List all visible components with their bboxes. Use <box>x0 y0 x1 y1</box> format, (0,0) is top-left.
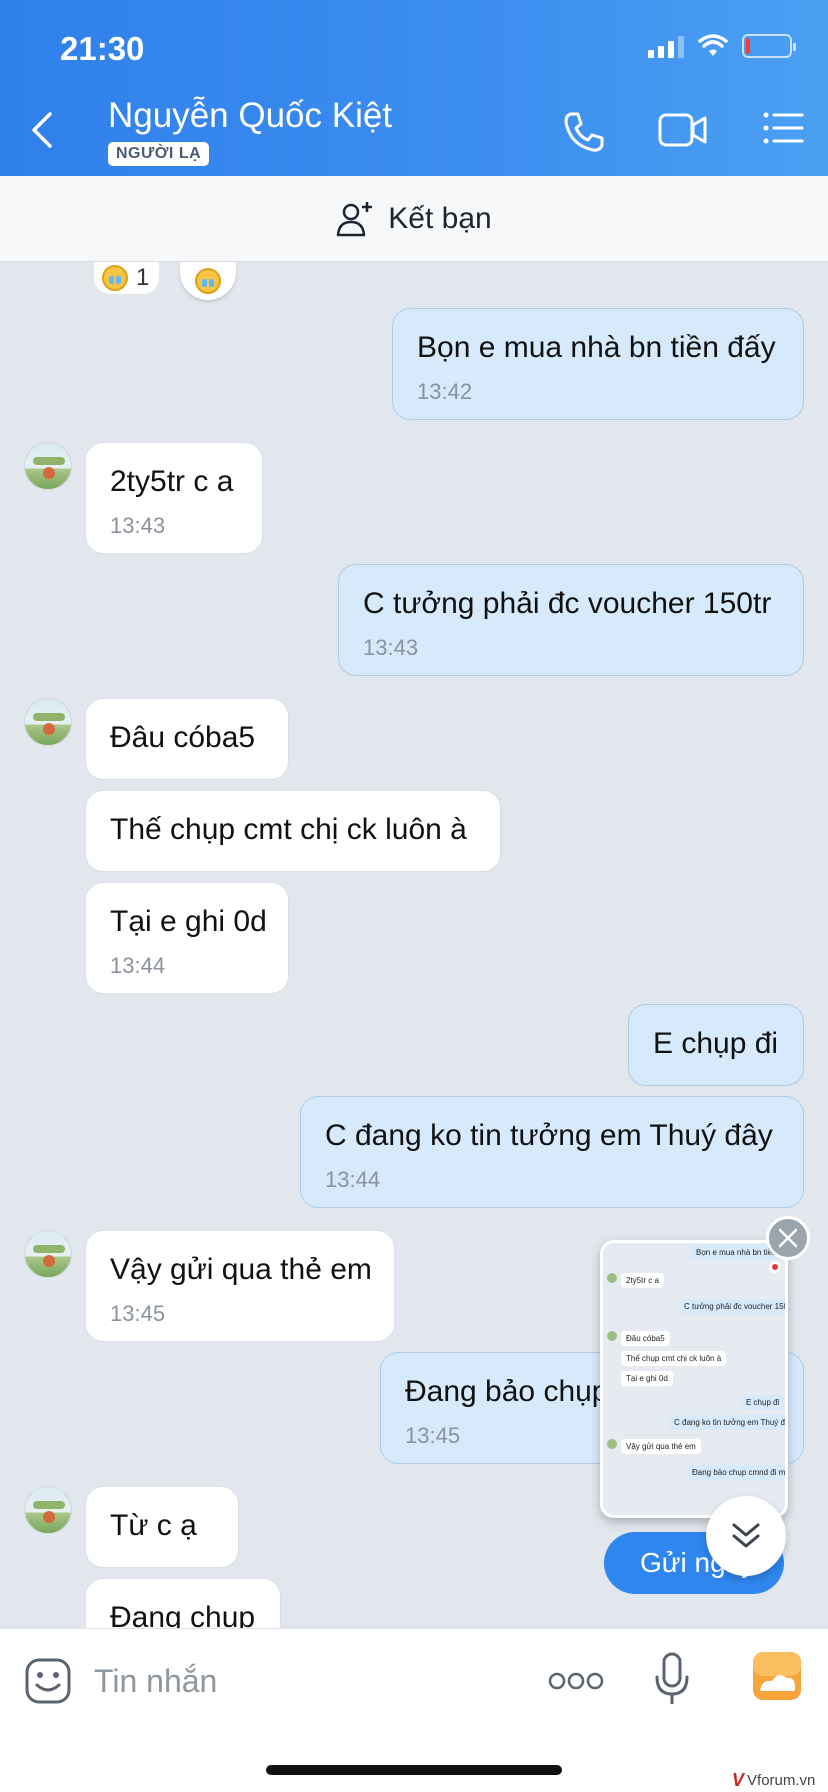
message-text: E chụp đi <box>653 1027 779 1060</box>
message-bubble-incoming[interactable]: Thế chụp cmt chị ck luôn à <box>85 790 501 872</box>
reaction-count: 1 <box>136 264 150 291</box>
message-bubble-incoming[interactable]: Vậy gửi qua thẻ em 13:45 <box>85 1230 395 1342</box>
video-call-icon[interactable] <box>658 110 708 150</box>
preview-line: Tại e ghi 0d <box>621 1371 673 1386</box>
reaction-pill[interactable]: 1 <box>94 262 160 294</box>
message-bubble-outgoing[interactable]: E chụp đi <box>628 1004 804 1086</box>
message-text: C đang ko tin tưởng em Thuý đây <box>325 1119 773 1152</box>
preview-line: Đang bảo chụp cmnd đi mà <box>687 1465 785 1480</box>
message-text: Tại e ghi 0d <box>110 905 267 938</box>
preview-line: Đâu cóba5 <box>621 1331 670 1346</box>
message-bubble-incoming[interactable]: Tại e ghi 0d 13:44 <box>85 882 289 994</box>
crying-emoji-icon <box>195 268 221 294</box>
preview-avatar <box>607 1331 617 1341</box>
image-gallery-icon[interactable] <box>752 1651 802 1701</box>
message-bubble-incoming[interactable]: Đang chụp <box>85 1578 281 1628</box>
phone-icon[interactable] <box>562 110 606 154</box>
message-text: Vậy gửi qua thẻ em <box>110 1253 372 1286</box>
battery-icon <box>742 34 796 58</box>
contact-name[interactable]: Nguyễn Quốc Kiệt <box>108 96 392 136</box>
status-icons <box>648 34 796 58</box>
message-time: 13:44 <box>325 1167 381 1192</box>
back-icon[interactable] <box>28 110 58 150</box>
contact-avatar[interactable] <box>24 442 72 490</box>
more-options-icon[interactable] <box>548 1669 604 1693</box>
contact-avatar[interactable] <box>24 698 72 746</box>
scroll-to-bottom-button[interactable] <box>706 1496 786 1576</box>
message-time: 13:43 <box>363 635 419 660</box>
wifi-icon <box>698 34 728 56</box>
heart-reaction-icon <box>769 1261 781 1273</box>
message-bubble-outgoing[interactable]: Bọn e mua nhà bn tiền đấy 13:42 <box>392 308 804 420</box>
preview-line: Vậy gửi qua thẻ em <box>621 1439 701 1454</box>
watermark-text: Vforum.vn <box>747 1771 816 1789</box>
message-text: Từ c ạ <box>110 1509 197 1542</box>
signal-icon <box>648 34 684 58</box>
sticker-icon[interactable] <box>24 1657 72 1705</box>
watermark-v: V <box>732 1769 745 1790</box>
double-chevron-down-icon <box>732 1523 760 1548</box>
message-time: 13:43 <box>110 513 166 538</box>
add-friend-bar[interactable]: Kết bạn <box>0 176 828 262</box>
close-icon <box>778 1228 798 1248</box>
message-bubble-incoming[interactable]: Đâu cóba5 <box>85 698 289 780</box>
message-bubble-incoming[interactable]: Từ c ạ <box>85 1486 239 1568</box>
message-text: 2ty5tr c a <box>110 465 234 498</box>
message-time: 13:42 <box>417 379 473 404</box>
microphone-icon[interactable] <box>652 1651 692 1707</box>
preview-line: Thế chụp cmt chị ck luôn à <box>621 1351 727 1366</box>
preview-line: 2ty5tr c a <box>621 1273 664 1288</box>
chat-header: 21:30 Nguyễn Quốc Kiệt NGƯỜI LẠ <box>0 0 828 176</box>
message-bubble-outgoing[interactable]: C đang ko tin tưởng em Thuý đây 13:44 <box>300 1096 804 1208</box>
message-text: Thế chụp cmt chị ck luôn à <box>110 813 467 846</box>
preview-avatar <box>607 1273 617 1283</box>
watermark-logo: V Vforum.vn <box>728 1768 820 1792</box>
crying-emoji-icon <box>102 265 128 291</box>
preview-line: C tưởng phải đc voucher 150tr <box>679 1299 785 1314</box>
preview-line: C đang ko tin tưởng em Thuý đây <box>669 1415 785 1430</box>
message-time: 13:44 <box>110 953 166 978</box>
screenshot-preview[interactable]: Bọn e mua nhà bn tiền đấy 2ty5tr c a C t… <box>600 1240 788 1518</box>
message-text: Đâu cóba5 <box>110 721 256 754</box>
home-indicator <box>266 1765 562 1775</box>
message-text: Bọn e mua nhà bn tiền đấy <box>417 331 776 364</box>
react-button[interactable] <box>180 262 236 300</box>
message-input-bar <box>0 1628 828 1792</box>
menu-list-icon[interactable] <box>762 110 804 146</box>
add-friend-label: Kết bạn <box>388 201 492 235</box>
add-friend-icon <box>337 201 373 236</box>
message-time: 13:45 <box>110 1301 166 1326</box>
message-bubble-outgoing[interactable]: C tưởng phải đc voucher 150tr 13:43 <box>338 564 804 676</box>
close-preview-button[interactable] <box>766 1216 810 1260</box>
message-text: C tưởng phải đc voucher 150tr <box>363 587 772 620</box>
contact-avatar[interactable] <box>24 1486 72 1534</box>
preview-avatar <box>607 1439 617 1449</box>
message-text: Đang chụp <box>110 1601 256 1628</box>
stranger-badge: NGƯỜI LẠ <box>108 142 210 166</box>
contact-avatar[interactable] <box>24 1230 72 1278</box>
status-time: 21:30 <box>60 30 145 67</box>
message-bubble-incoming[interactable]: 2ty5tr c a 13:43 <box>85 442 263 554</box>
message-input[interactable] <box>94 1653 514 1709</box>
preview-line: E chụp đi <box>741 1395 785 1410</box>
